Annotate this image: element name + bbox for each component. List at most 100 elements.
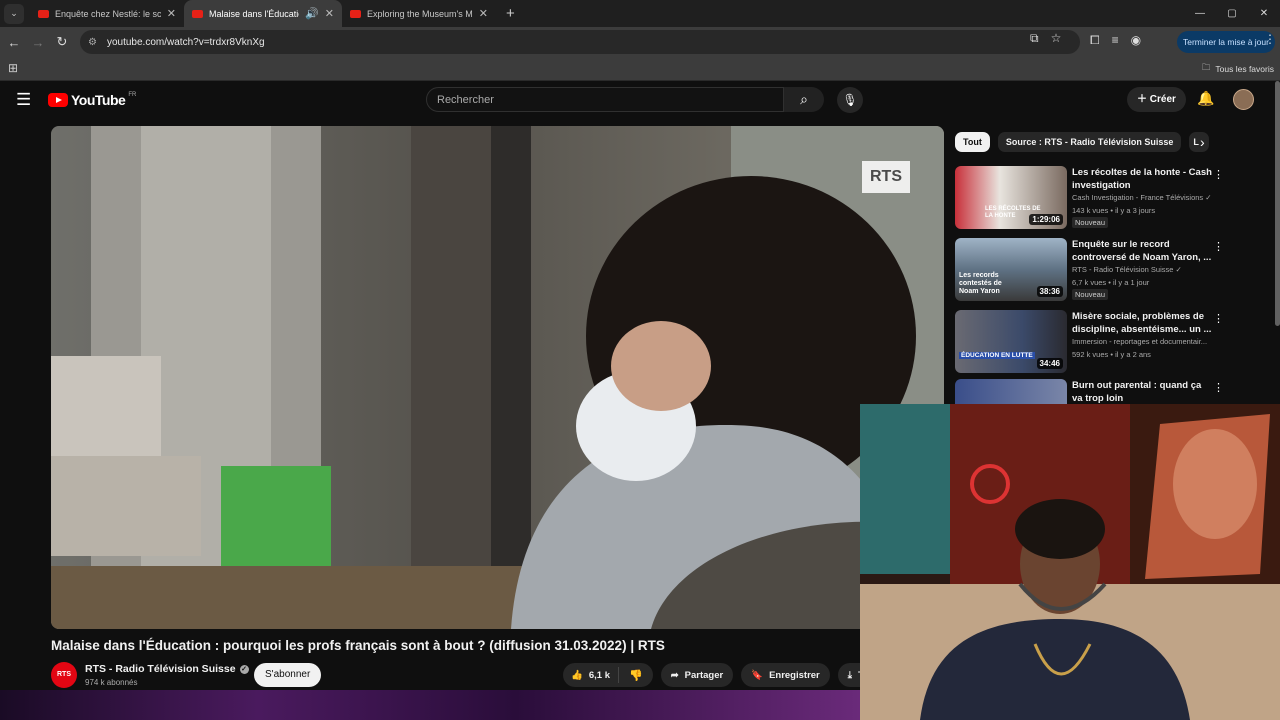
filter-chips: Tout Source : RTS - Radio Télévision Sui… — [955, 132, 1210, 152]
youtube-favicon-icon — [350, 9, 361, 18]
close-tab-icon[interactable]: ✕ — [167, 7, 176, 20]
share-icon: ➦ — [670, 669, 679, 681]
search-input[interactable]: Rechercher — [426, 87, 784, 112]
recommendation-item[interactable]: ÉDUCATION EN LUTTE 34:46 Misère sociale,… — [955, 310, 1275, 374]
view-count: 6,7 k vues — [1072, 278, 1107, 287]
extensions-icon[interactable]: ⧠ — [1090, 33, 1100, 48]
address-bar[interactable]: ⚙ youtube.com/watch?v=trdxr8VknXg — [80, 30, 1080, 54]
thumbs-down-icon: 👎 — [628, 669, 643, 682]
chevron-right-icon[interactable]: › — [1200, 134, 1205, 150]
tab-search-button[interactable]: ⌄ — [4, 3, 24, 24]
more-options-icon[interactable]: ⋮ — [1213, 168, 1224, 181]
address-bar-actions: ⧉ ☆ — [1030, 31, 1061, 46]
youtube-favicon-icon — [38, 9, 49, 18]
create-label: Créer — [1149, 94, 1176, 105]
bookmark-star-icon[interactable]: ☆ — [1051, 31, 1062, 46]
recommendation-channel: Cash Investigation - France Télévisions … — [1072, 193, 1232, 202]
search-button[interactable]: ⌕ — [784, 87, 824, 112]
youtube-masthead: ☰ YouTube FR Rechercher ⌕ 🎙 ＋ Créer 🔔 — [0, 81, 1280, 119]
save-label: Enregistrer — [769, 669, 820, 681]
video-player[interactable]: RTS — [51, 126, 944, 629]
video-title: Malaise dans l'Éducation : pourquoi les … — [51, 638, 665, 653]
more-options-icon[interactable]: ⋮ — [1213, 240, 1224, 253]
recommendation-title[interactable]: Les récoltes de la honte - Cash investig… — [1072, 166, 1212, 192]
back-icon[interactable]: ← — [2, 35, 26, 50]
site-info-icon[interactable]: ⚙ — [88, 37, 97, 48]
recommendation-meta: 6,7 k vues • il y a 1 jour — [1072, 278, 1150, 287]
webcam-overlay — [860, 404, 1280, 720]
thumbnail[interactable]: LES RÉCOLTES DE LA HONTE 1:29:06 — [955, 166, 1067, 229]
browser-tab-active[interactable]: Malaise dans l'Éducation : p 🔊 ✕ — [184, 0, 342, 27]
thumbnail[interactable]: ÉDUCATION EN LUTTE 34:46 — [955, 310, 1067, 373]
dislike-button[interactable]: 👎 — [619, 669, 653, 682]
thumbnail[interactable]: Les records contestés de Noam Yaron 38:3… — [955, 238, 1067, 301]
maximize-icon[interactable]: ▢ — [1216, 0, 1248, 27]
profile-icon[interactable]: ◉ — [1131, 33, 1141, 48]
recommendation-title[interactable]: Misère sociale, problèmes de discipline,… — [1072, 310, 1212, 336]
user-avatar[interactable] — [1233, 89, 1254, 110]
scrollbar[interactable] — [1275, 81, 1280, 326]
share-button[interactable]: ➦ Partager — [660, 663, 734, 687]
more-options-icon[interactable]: ⋮ — [1213, 312, 1224, 325]
bookmarks-bar: ⊞ 🗀 Tous les favoris — [0, 57, 1280, 81]
minimize-icon[interactable]: — — [1184, 0, 1216, 27]
search-icon: ⌕ — [800, 91, 808, 107]
view-count: 143 k vues — [1072, 206, 1109, 215]
microphone-icon: 🎙 — [842, 93, 858, 107]
chip-source[interactable]: Source : RTS - Radio Télévision Suisse — [997, 132, 1182, 152]
logo-text: YouTube — [71, 92, 126, 108]
plus-icon: ＋ — [1137, 94, 1147, 105]
close-tab-icon[interactable]: ✕ — [325, 7, 334, 20]
folder-icon: 🗀 — [1201, 62, 1211, 72]
save-button[interactable]: 🔖 Enregistrer — [741, 663, 830, 687]
reload-icon[interactable]: ↻ — [50, 34, 74, 50]
recommendation-channel: Immersion - reportages et documentair... — [1072, 337, 1208, 346]
channel-avatar[interactable]: RTS — [51, 662, 77, 688]
browser-tab[interactable]: Exploring the Museum's Most ✕ — [342, 0, 496, 27]
bookmark-icon: 🔖 — [751, 669, 764, 681]
view-count: 592 k vues — [1072, 350, 1109, 359]
install-app-icon[interactable]: ⧉ — [1030, 31, 1039, 46]
create-button[interactable]: ＋ Créer — [1127, 87, 1186, 112]
new-badge: Nouveau — [1072, 289, 1109, 300]
window-controls: — ▢ ✕ — [1184, 0, 1280, 27]
youtube-favicon-icon — [192, 9, 203, 18]
chip-all[interactable]: Tout — [955, 132, 990, 152]
verified-icon: ✓ — [239, 664, 249, 674]
thumbs-up-icon: 👍 — [571, 669, 583, 681]
new-tab-icon[interactable]: + — [506, 5, 515, 22]
webcam-frame — [860, 404, 1280, 720]
forward-icon[interactable]: → — [26, 35, 50, 50]
video-duration: 1:29:06 — [1029, 214, 1063, 225]
voice-search-button[interactable]: 🎙 — [837, 87, 863, 113]
close-tab-icon[interactable]: ✕ — [479, 7, 488, 20]
logo-country: FR — [128, 92, 137, 98]
recommendation-item[interactable]: LES RÉCOLTES DE LA HONTE 1:29:06 Les réc… — [955, 166, 1275, 230]
recommendation-item[interactable]: Les records contestés de Noam Yaron 38:3… — [955, 238, 1275, 302]
tab-strip: ⌄ Enquête chez Nestlé: le scandale ✕ Mal… — [0, 0, 1280, 27]
channel-name-row[interactable]: RTS - Radio Télévision Suisse ✓ — [85, 663, 249, 675]
recommendation-channel: RTS - Radio Télévision Suisse ✓ — [1072, 265, 1232, 274]
recommendation-title[interactable]: Enquête sur le record controversé de Noa… — [1072, 238, 1212, 264]
upload-age: il y a 2 ans — [1115, 350, 1151, 359]
close-window-icon[interactable]: ✕ — [1248, 0, 1280, 27]
new-badge: Nouveau — [1072, 217, 1109, 228]
browser-tab[interactable]: Enquête chez Nestlé: le scandale ✕ — [30, 0, 184, 27]
download-icon: ⤓ — [847, 669, 852, 681]
apps-grid-icon[interactable]: ⊞ — [8, 61, 18, 75]
notifications-icon[interactable]: 🔔 — [1197, 90, 1214, 107]
browser-menu-icon[interactable]: ⋮ — [1264, 32, 1276, 46]
recommendation-meta: 592 k vues • il y a 2 ans — [1072, 350, 1151, 359]
update-button[interactable]: Terminer la mise à jour — [1177, 31, 1275, 53]
youtube-logo[interactable]: YouTube FR — [48, 92, 136, 108]
subscribe-button[interactable]: S'abonner — [254, 663, 322, 687]
more-options-icon[interactable]: ⋮ — [1213, 381, 1224, 394]
speaker-icon[interactable]: 🔊 — [305, 7, 319, 20]
recommendation-title[interactable]: Burn out parental : quand ça va trop loi… — [1072, 379, 1212, 405]
all-bookmarks[interactable]: 🗀 Tous les favoris — [1202, 62, 1274, 76]
like-count: 6,1 k — [588, 669, 610, 681]
reading-list-icon[interactable]: ≡ — [1112, 33, 1119, 48]
like-button[interactable]: 👍 6,1 k — [563, 667, 619, 683]
thumbnail-text: ÉDUCATION EN LUTTE — [959, 352, 1035, 359]
menu-icon[interactable]: ☰ — [16, 90, 31, 110]
